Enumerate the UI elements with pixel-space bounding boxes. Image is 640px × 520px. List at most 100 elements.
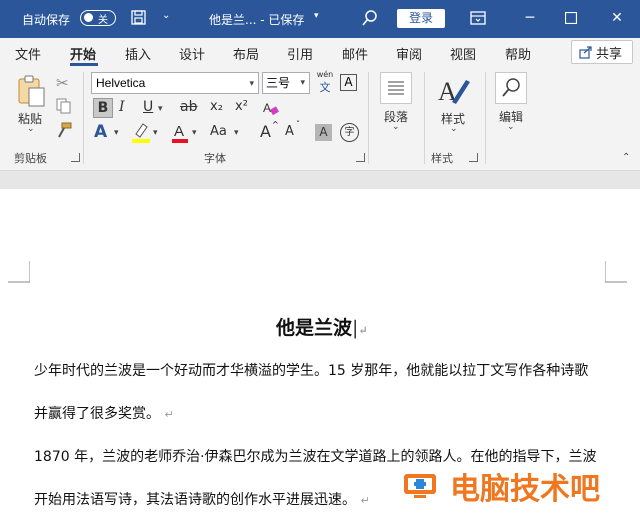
font-size-dropdown[interactable]: 三号 ▾ (262, 72, 310, 94)
font-group-label: 字体 (204, 152, 226, 165)
underline-button[interactable]: U (143, 99, 153, 115)
minimize-icon[interactable]: ─ (520, 8, 540, 28)
font-color-chevron-down-icon[interactable]: ▾ (192, 128, 197, 138)
highlight-icon[interactable] (131, 122, 151, 144)
font-color-icon[interactable]: A (171, 122, 189, 144)
paragraph-text: 少年时代的兰波是一个好动而才华横溢的学生。15 岁那年，他就能以拉丁文写作各种诗… (34, 363, 589, 379)
text-effects-chevron-down-icon[interactable]: ▾ (114, 128, 119, 138)
tab-help[interactable]: 帮助 (505, 44, 531, 63)
copy-icon[interactable] (56, 98, 72, 114)
paragraph-line[interactable]: 并赢得了很多奖赏。 ↵ (34, 403, 174, 423)
superscript-button[interactable]: x² (235, 99, 248, 114)
autosave-state: 关 (98, 15, 108, 26)
clipboard-launcher-icon[interactable] (71, 153, 80, 162)
paragraph-mark-icon: ↵ (360, 494, 370, 507)
login-button[interactable]: 登录 (397, 9, 445, 28)
styles-icon[interactable]: A (436, 74, 472, 106)
phonetic-bottom: 文 (319, 81, 331, 94)
enclose-characters-button[interactable]: 字 (340, 123, 359, 142)
font-launcher-icon[interactable] (356, 153, 365, 162)
document-area: 他是兰波|↵ 少年时代的兰波是一个好动而才华横溢的学生。15 岁那年，他就能以拉… (0, 171, 640, 520)
group-separator (485, 72, 486, 164)
tab-home[interactable]: 开始 (70, 44, 96, 63)
paragraph-text: 并赢得了很多奖赏。 (34, 406, 160, 422)
group-separator (424, 72, 425, 164)
svg-text:A: A (263, 101, 271, 115)
paragraph-line[interactable]: 1870 年，兰波的老师乔治·伊森巴尔成为兰波在文学道路上的领路人。在他的指导下… (34, 446, 597, 466)
styles-chevron-down-icon[interactable]: ⌄ (450, 124, 458, 134)
text-effects-icon[interactable]: A (94, 122, 107, 142)
shrink-font-arrow-icon: ˇ (296, 120, 300, 129)
highlight-chevron-down-icon[interactable]: ▾ (153, 128, 158, 138)
editing-button[interactable] (495, 72, 527, 104)
change-case-button[interactable]: Aa (210, 124, 227, 139)
watermark-monitor-icon (404, 474, 436, 498)
group-separator (83, 72, 84, 164)
heading-text: 他是兰波 (276, 317, 353, 339)
underline-chevron-down-icon[interactable]: ▾ (158, 104, 163, 114)
bold-button[interactable]: B (93, 98, 113, 118)
share-button[interactable]: 共享 (571, 40, 633, 64)
cut-icon[interactable]: ✂ (56, 74, 69, 92)
document-title: 他是兰... - 已保存 (209, 13, 305, 27)
title-chevron-down-icon[interactable]: ▾ (314, 11, 319, 21)
phonetic-guide-button[interactable]: wén 文 (316, 70, 334, 96)
styles-launcher-icon[interactable] (469, 153, 478, 162)
clear-formatting-icon[interactable]: A (262, 100, 280, 116)
close-icon[interactable]: ✕ (607, 8, 627, 28)
tab-references[interactable]: 引用 (287, 44, 313, 63)
document-page[interactable]: 他是兰波|↵ 少年时代的兰波是一个好动而才华横溢的学生。15 岁那年，他就能以拉… (0, 189, 640, 520)
search-icon[interactable] (362, 9, 378, 27)
group-separator (368, 72, 369, 164)
tab-review[interactable]: 审阅 (396, 44, 422, 63)
font-size-value: 三号 (266, 76, 291, 90)
save-icon[interactable] (131, 10, 146, 25)
title-bar: 自动保存 关 ⌄ 他是兰... - 已保存 ▾ 登录 ─ ✕ (0, 0, 640, 38)
subscript-button[interactable]: x₂ (210, 99, 223, 114)
strikethrough-button[interactable]: ab (180, 99, 197, 115)
paragraph-button[interactable] (380, 72, 412, 104)
editing-chevron-down-icon[interactable]: ⌄ (507, 122, 515, 132)
paragraph-text: 1870 年，兰波的老师乔治·伊森巴尔成为兰波在文学道路上的领路人。在他的指导下… (34, 449, 597, 465)
tab-insert[interactable]: 插入 (125, 44, 151, 63)
svg-text:A: A (174, 123, 184, 140)
tab-design[interactable]: 设计 (179, 44, 205, 63)
chevron-down-icon: ▾ (300, 78, 305, 88)
search-icon (502, 78, 520, 97)
share-label: 共享 (596, 47, 623, 62)
tab-mailings[interactable]: 邮件 (342, 44, 368, 63)
restore-icon[interactable] (565, 12, 577, 24)
font-name-dropdown[interactable]: Helvetica ▾ (91, 72, 259, 94)
chevron-down-icon: ▾ (249, 78, 254, 88)
paragraph-chevron-down-icon[interactable]: ⌄ (392, 122, 400, 132)
paragraph-line[interactable]: 少年时代的兰波是一个好动而才华横溢的学生。15 岁那年，他就能以拉丁文写作各种诗… (34, 360, 588, 380)
ribbon-display-options-icon[interactable] (470, 11, 486, 25)
change-case-chevron-down-icon[interactable]: ▾ (234, 128, 239, 138)
paragraph-line[interactable]: 开始用法语写诗，其法语诗歌的创作水平进展迅速。 ↵ (34, 489, 370, 509)
paste-chevron-down-icon[interactable]: ⌄ (27, 124, 35, 134)
grow-font-arrow-icon: ^ (272, 120, 279, 129)
italic-button[interactable]: I (119, 99, 125, 115)
format-painter-icon[interactable] (56, 122, 72, 138)
autosave-toggle[interactable]: 关 (80, 10, 116, 26)
character-border-icon[interactable]: A (340, 74, 357, 91)
toggle-knob (84, 13, 93, 22)
collapse-ribbon-icon[interactable]: ⌃ (622, 152, 630, 163)
document-heading[interactable]: 他是兰波|↵ (276, 313, 368, 340)
styles-group-label: 样式 (431, 152, 453, 165)
paragraph-mark-icon: ↵ (358, 324, 368, 337)
tab-view[interactable]: 视图 (450, 44, 476, 63)
customize-qat-icon[interactable]: ⌄ (162, 10, 170, 21)
clipboard-group-label: 剪贴板 (14, 152, 47, 165)
grow-font-button[interactable]: A (260, 122, 271, 141)
tab-layout[interactable]: 布局 (233, 44, 259, 63)
ribbon-tabs: 文件 开始 插入 设计 布局 引用 邮件 审阅 视图 帮助 共享 (0, 38, 640, 66)
tab-file[interactable]: 文件 (15, 44, 41, 63)
character-shading-button[interactable]: A (315, 124, 332, 141)
ribbon: 粘贴 ⌄ ✂ 剪贴板 Helvetica ▾ 三号 ▾ wén 文 A B I … (0, 66, 640, 171)
paste-icon[interactable] (16, 74, 48, 108)
margin-corner-top-left (8, 261, 30, 283)
margin-corner-top-right (605, 261, 627, 283)
paragraph-text: 开始用法语写诗，其法语诗歌的创作水平进展迅速。 (34, 492, 356, 508)
shrink-font-button[interactable]: A (285, 124, 294, 139)
